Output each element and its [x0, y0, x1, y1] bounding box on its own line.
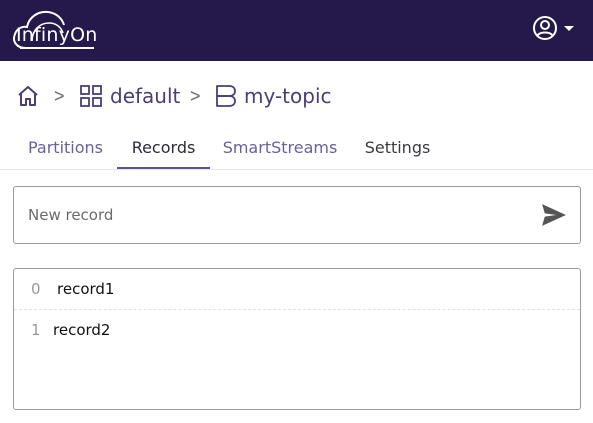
new-record-input[interactable] — [28, 201, 528, 229]
top-navbar: InfinyOn — [0, 0, 593, 61]
logo-text: InfinyOn — [16, 24, 98, 46]
tab-smartstreams[interactable]: SmartStreams — [218, 128, 342, 169]
breadcrumb: > default > my-topic — [0, 62, 593, 128]
list-item[interactable]: 1 record2 — [14, 310, 580, 351]
user-circle-icon — [533, 16, 557, 40]
infinyon-logo[interactable]: InfinyOn — [12, 8, 98, 52]
tab-records[interactable]: Records — [117, 128, 210, 169]
tab-settings[interactable]: Settings — [356, 128, 439, 169]
list-item[interactable]: 0 record1 — [14, 269, 580, 310]
grid-icon — [80, 85, 102, 107]
topic-icon — [216, 85, 236, 107]
user-menu-button[interactable] — [530, 14, 578, 44]
tab-partitions[interactable]: Partitions — [17, 128, 114, 169]
records-list: 0 record1 1 record2 — [13, 268, 581, 410]
record-offset: 0 — [31, 280, 41, 298]
send-icon[interactable] — [541, 203, 567, 227]
record-offset: 1 — [31, 321, 41, 339]
breadcrumb-item-my-topic[interactable]: my-topic — [244, 84, 332, 108]
caret-down-icon — [564, 26, 574, 31]
record-value: record2 — [53, 321, 111, 339]
new-record-field — [13, 186, 581, 244]
breadcrumb-separator: > — [190, 86, 201, 106]
home-icon[interactable] — [16, 84, 40, 108]
topic-tabs: Partitions Records SmartStreams Settings — [0, 128, 593, 170]
breadcrumb-separator: > — [54, 86, 65, 106]
record-value: record1 — [57, 280, 115, 298]
breadcrumb-item-default[interactable]: default — [110, 84, 180, 108]
